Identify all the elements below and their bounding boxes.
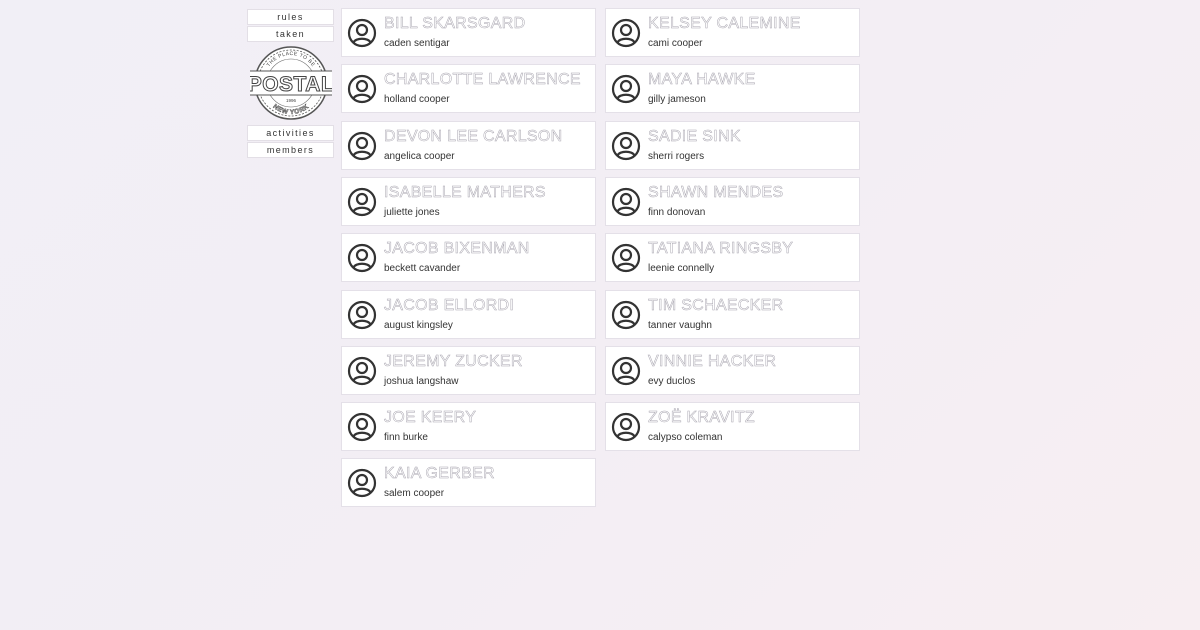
member-name: beckett cavander [384, 263, 461, 275]
character-name: JEREMY ZUCKER [384, 352, 523, 371]
member-name: juliette jones [384, 206, 440, 218]
user-circle-icon [611, 356, 641, 386]
character-name: BILL SKARSGARD [384, 15, 526, 33]
character-name: KAIA GERBER [384, 465, 495, 483]
member-name: finn donovan [648, 206, 706, 218]
user-circle-icon [611, 187, 641, 217]
user-circle-icon [347, 74, 377, 104]
user-circle-icon [347, 468, 377, 498]
postal-logo: THE PLACE TO BE POSTAL 1996 NEW YORK [247, 44, 334, 122]
taken-link[interactable]: taken [247, 26, 334, 42]
character-name: JOE KEERY [384, 409, 477, 427]
member-name: evy duclos [648, 375, 696, 387]
member-name: august kingsley [384, 319, 453, 331]
character-card[interactable]: JEREMY ZUCKER joshua langshaw [341, 345, 596, 395]
user-circle-icon [347, 356, 377, 386]
user-circle-icon [347, 243, 377, 273]
character-card[interactable]: ZOË KRAVITZ calypso coleman [605, 402, 860, 452]
member-name: finn burke [384, 432, 428, 444]
character-card[interactable]: VINNIE HACKER evy duclos [605, 345, 860, 395]
character-name: ZOË KRAVITZ [648, 409, 756, 427]
logo-year: 1996 [285, 98, 296, 103]
user-circle-icon [347, 187, 377, 217]
members-link[interactable]: members [247, 142, 334, 158]
user-circle-icon [347, 412, 377, 442]
character-name: TIM SCHAECKER [648, 296, 784, 314]
user-circle-icon [347, 131, 377, 161]
character-card[interactable]: JACOB BIXENMAN beckett cavander [341, 233, 596, 283]
character-card[interactable]: CHARLOTTE LAWRENCE holland cooper [341, 64, 596, 114]
member-name: tanner vaughn [648, 319, 712, 331]
rules-link[interactable]: rules [247, 9, 334, 25]
member-name: angelica cooper [384, 150, 455, 162]
sidebar: rules taken THE PLACE TO BE POSTAL 1996 N… [247, 9, 334, 159]
character-name: CHARLOTTE LAWRENCE [384, 71, 581, 89]
user-circle-icon [611, 300, 641, 330]
character-card[interactable]: KELSEY CALEMINE cami cooper [605, 8, 860, 57]
member-name: joshua langshaw [384, 375, 459, 387]
character-name: DEVON LEE CARLSON [384, 127, 563, 145]
character-card[interactable]: DEVON LEE CARLSON angelica cooper [341, 120, 596, 170]
member-name: sherri rogers [648, 150, 705, 162]
character-name: VINNIE HACKER [648, 352, 777, 371]
character-name: MAYA HAWKE [648, 71, 756, 89]
member-name: caden sentigar [384, 38, 450, 49]
character-card[interactable]: MAYA HAWKE gilly jameson [605, 64, 860, 114]
user-circle-icon [611, 131, 641, 161]
character-card[interactable]: BILL SKARSGARD caden sentigar [341, 8, 596, 57]
character-card[interactable]: TIM SCHAECKER tanner vaughn [605, 289, 860, 339]
member-name: salem cooper [384, 488, 445, 500]
character-name: TATIANA RINGSBY [648, 240, 794, 258]
user-circle-icon [347, 300, 377, 330]
character-card[interactable]: SHAWN MENDES finn donovan [605, 176, 860, 226]
character-name: KELSEY CALEMINE [648, 15, 801, 33]
character-card[interactable]: JACOB ELLORDI august kingsley [341, 289, 596, 339]
character-card[interactable]: ISABELLE MATHERS juliette jones [341, 176, 596, 226]
character-name: SHAWN MENDES [648, 183, 784, 202]
character-name: JACOB ELLORDI [384, 296, 515, 314]
postal-seal-icon: THE PLACE TO BE POSTAL 1996 NEW YORK [249, 46, 332, 120]
sidebar-top-links: rules taken [247, 9, 334, 42]
member-name: cami cooper [648, 38, 703, 49]
user-circle-icon [347, 18, 377, 48]
member-name: gilly jameson [648, 94, 706, 106]
user-circle-icon [611, 18, 641, 48]
character-card[interactable]: TATIANA RINGSBY leenie connelly [605, 233, 860, 283]
user-circle-icon [611, 243, 641, 273]
character-name: SADIE SINK [648, 127, 741, 145]
character-name: ISABELLE MATHERS [384, 183, 546, 202]
character-name: JACOB BIXENMAN [384, 240, 530, 258]
member-name: leenie connelly [648, 263, 715, 275]
character-card[interactable]: KAIA GERBER salem cooper [341, 458, 596, 508]
member-name: calypso coleman [648, 432, 723, 444]
sidebar-bottom-links: activities members [247, 125, 334, 158]
member-name: holland cooper [384, 94, 450, 106]
character-card[interactable]: JOE KEERY finn burke [341, 402, 596, 452]
logo-wordmark: POSTAL [250, 73, 332, 96]
activities-link[interactable]: activities [247, 125, 334, 141]
character-card[interactable]: SADIE SINK sherri rogers [605, 120, 860, 170]
user-circle-icon [611, 412, 641, 442]
user-circle-icon [611, 74, 641, 104]
